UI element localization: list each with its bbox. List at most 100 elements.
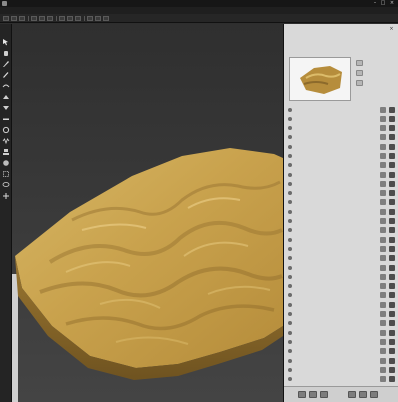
property-toggle-icon[interactable] — [380, 115, 386, 122]
close-button[interactable]: × — [389, 1, 395, 6]
property-row[interactable] — [284, 291, 398, 300]
3d-viewport[interactable] — [12, 24, 283, 402]
property-row[interactable] — [284, 365, 398, 374]
property-edit-icon[interactable] — [389, 376, 395, 383]
property-row[interactable] — [284, 124, 398, 133]
panel-close-button[interactable]: × — [388, 26, 395, 32]
property-row[interactable] — [284, 105, 398, 114]
property-row[interactable] — [284, 356, 398, 365]
raise-icon[interactable] — [2, 93, 10, 101]
property-row[interactable] — [284, 198, 398, 207]
transform-icon[interactable] — [2, 192, 10, 200]
property-row[interactable] — [284, 179, 398, 188]
property-row[interactable] — [284, 347, 398, 356]
property-edit-icon[interactable] — [389, 162, 395, 169]
toolbar-button[interactable] — [31, 16, 37, 21]
property-row[interactable] — [284, 244, 398, 253]
property-edit-icon[interactable] — [389, 301, 395, 308]
property-toggle-icon[interactable] — [380, 199, 386, 206]
smooth-icon[interactable] — [2, 82, 10, 90]
property-toggle-icon[interactable] — [380, 218, 386, 225]
property-toggle-icon[interactable] — [380, 264, 386, 271]
property-row[interactable] — [284, 151, 398, 160]
property-toggle-icon[interactable] — [380, 320, 386, 327]
property-toggle-icon[interactable] — [380, 152, 386, 159]
property-toggle-icon[interactable] — [380, 134, 386, 141]
property-row[interactable] — [284, 170, 398, 179]
toolbar-button[interactable] — [3, 16, 9, 21]
property-toggle-icon[interactable] — [380, 125, 386, 132]
property-edit-icon[interactable] — [389, 348, 395, 355]
footer-button[interactable] — [370, 391, 378, 398]
property-edit-icon[interactable] — [389, 329, 395, 336]
property-edit-icon[interactable] — [389, 218, 395, 225]
property-toggle-icon[interactable] — [380, 329, 386, 336]
property-edit-icon[interactable] — [389, 171, 395, 178]
stamp-icon[interactable] — [2, 148, 10, 156]
toolbar-button[interactable] — [39, 16, 45, 21]
brush-icon[interactable] — [2, 60, 10, 68]
property-toggle-icon[interactable] — [380, 143, 386, 150]
property-toggle-icon[interactable] — [380, 283, 386, 290]
erode-icon[interactable] — [2, 126, 10, 134]
property-edit-icon[interactable] — [389, 273, 395, 280]
property-edit-icon[interactable] — [389, 245, 395, 252]
property-row[interactable] — [284, 272, 398, 281]
property-edit-icon[interactable] — [389, 292, 395, 299]
property-edit-icon[interactable] — [389, 366, 395, 373]
property-toggle-icon[interactable] — [380, 208, 386, 215]
toolbar-button[interactable] — [11, 16, 17, 21]
property-edit-icon[interactable] — [389, 311, 395, 318]
noise-icon[interactable] — [2, 137, 10, 145]
preview-option-icon[interactable] — [356, 80, 363, 86]
property-edit-icon[interactable] — [389, 255, 395, 262]
property-edit-icon[interactable] — [389, 143, 395, 150]
toolbar-button[interactable] — [47, 16, 53, 21]
preview-option-icon[interactable] — [356, 60, 363, 66]
property-row[interactable] — [284, 142, 398, 151]
property-toggle-icon[interactable] — [380, 273, 386, 280]
toolbar-button[interactable] — [103, 16, 109, 21]
property-toggle-icon[interactable] — [380, 255, 386, 262]
property-edit-icon[interactable] — [389, 283, 395, 290]
property-row[interactable] — [284, 263, 398, 272]
property-toggle-icon[interactable] — [380, 348, 386, 355]
property-row[interactable] — [284, 254, 398, 263]
property-toggle-icon[interactable] — [380, 190, 386, 197]
minimize-button[interactable]: – — [372, 1, 378, 6]
property-row[interactable] — [284, 189, 398, 198]
property-toggle-icon[interactable] — [380, 162, 386, 169]
property-toggle-icon[interactable] — [380, 106, 386, 113]
terrain-preview-thumbnail[interactable] — [289, 57, 351, 101]
property-edit-icon[interactable] — [389, 115, 395, 122]
property-toggle-icon[interactable] — [380, 338, 386, 345]
maximize-button[interactable]: □ — [380, 1, 386, 6]
paint-icon[interactable] — [2, 159, 10, 167]
property-edit-icon[interactable] — [389, 320, 395, 327]
property-edit-icon[interactable] — [389, 264, 395, 271]
property-edit-icon[interactable] — [389, 199, 395, 206]
property-edit-icon[interactable] — [389, 357, 395, 364]
property-edit-icon[interactable] — [389, 180, 395, 187]
property-row[interactable] — [284, 207, 398, 216]
property-row[interactable] — [284, 235, 398, 244]
property-row[interactable] — [284, 114, 398, 123]
property-toggle-icon[interactable] — [380, 311, 386, 318]
property-row[interactable] — [284, 161, 398, 170]
property-row[interactable] — [284, 133, 398, 142]
property-toggle-icon[interactable] — [380, 376, 386, 383]
property-edit-icon[interactable] — [389, 106, 395, 113]
footer-button[interactable] — [320, 391, 328, 398]
property-toggle-icon[interactable] — [380, 171, 386, 178]
property-row[interactable] — [284, 310, 398, 319]
toolbar-button[interactable] — [67, 16, 73, 21]
property-toggle-icon[interactable] — [380, 366, 386, 373]
property-row[interactable] — [284, 328, 398, 337]
property-row[interactable] — [284, 282, 398, 291]
lower-icon[interactable] — [2, 104, 10, 112]
property-row[interactable] — [284, 375, 398, 384]
footer-button[interactable] — [298, 391, 306, 398]
property-edit-icon[interactable] — [389, 134, 395, 141]
toolbar-button[interactable] — [19, 16, 25, 21]
property-toggle-icon[interactable] — [380, 180, 386, 187]
